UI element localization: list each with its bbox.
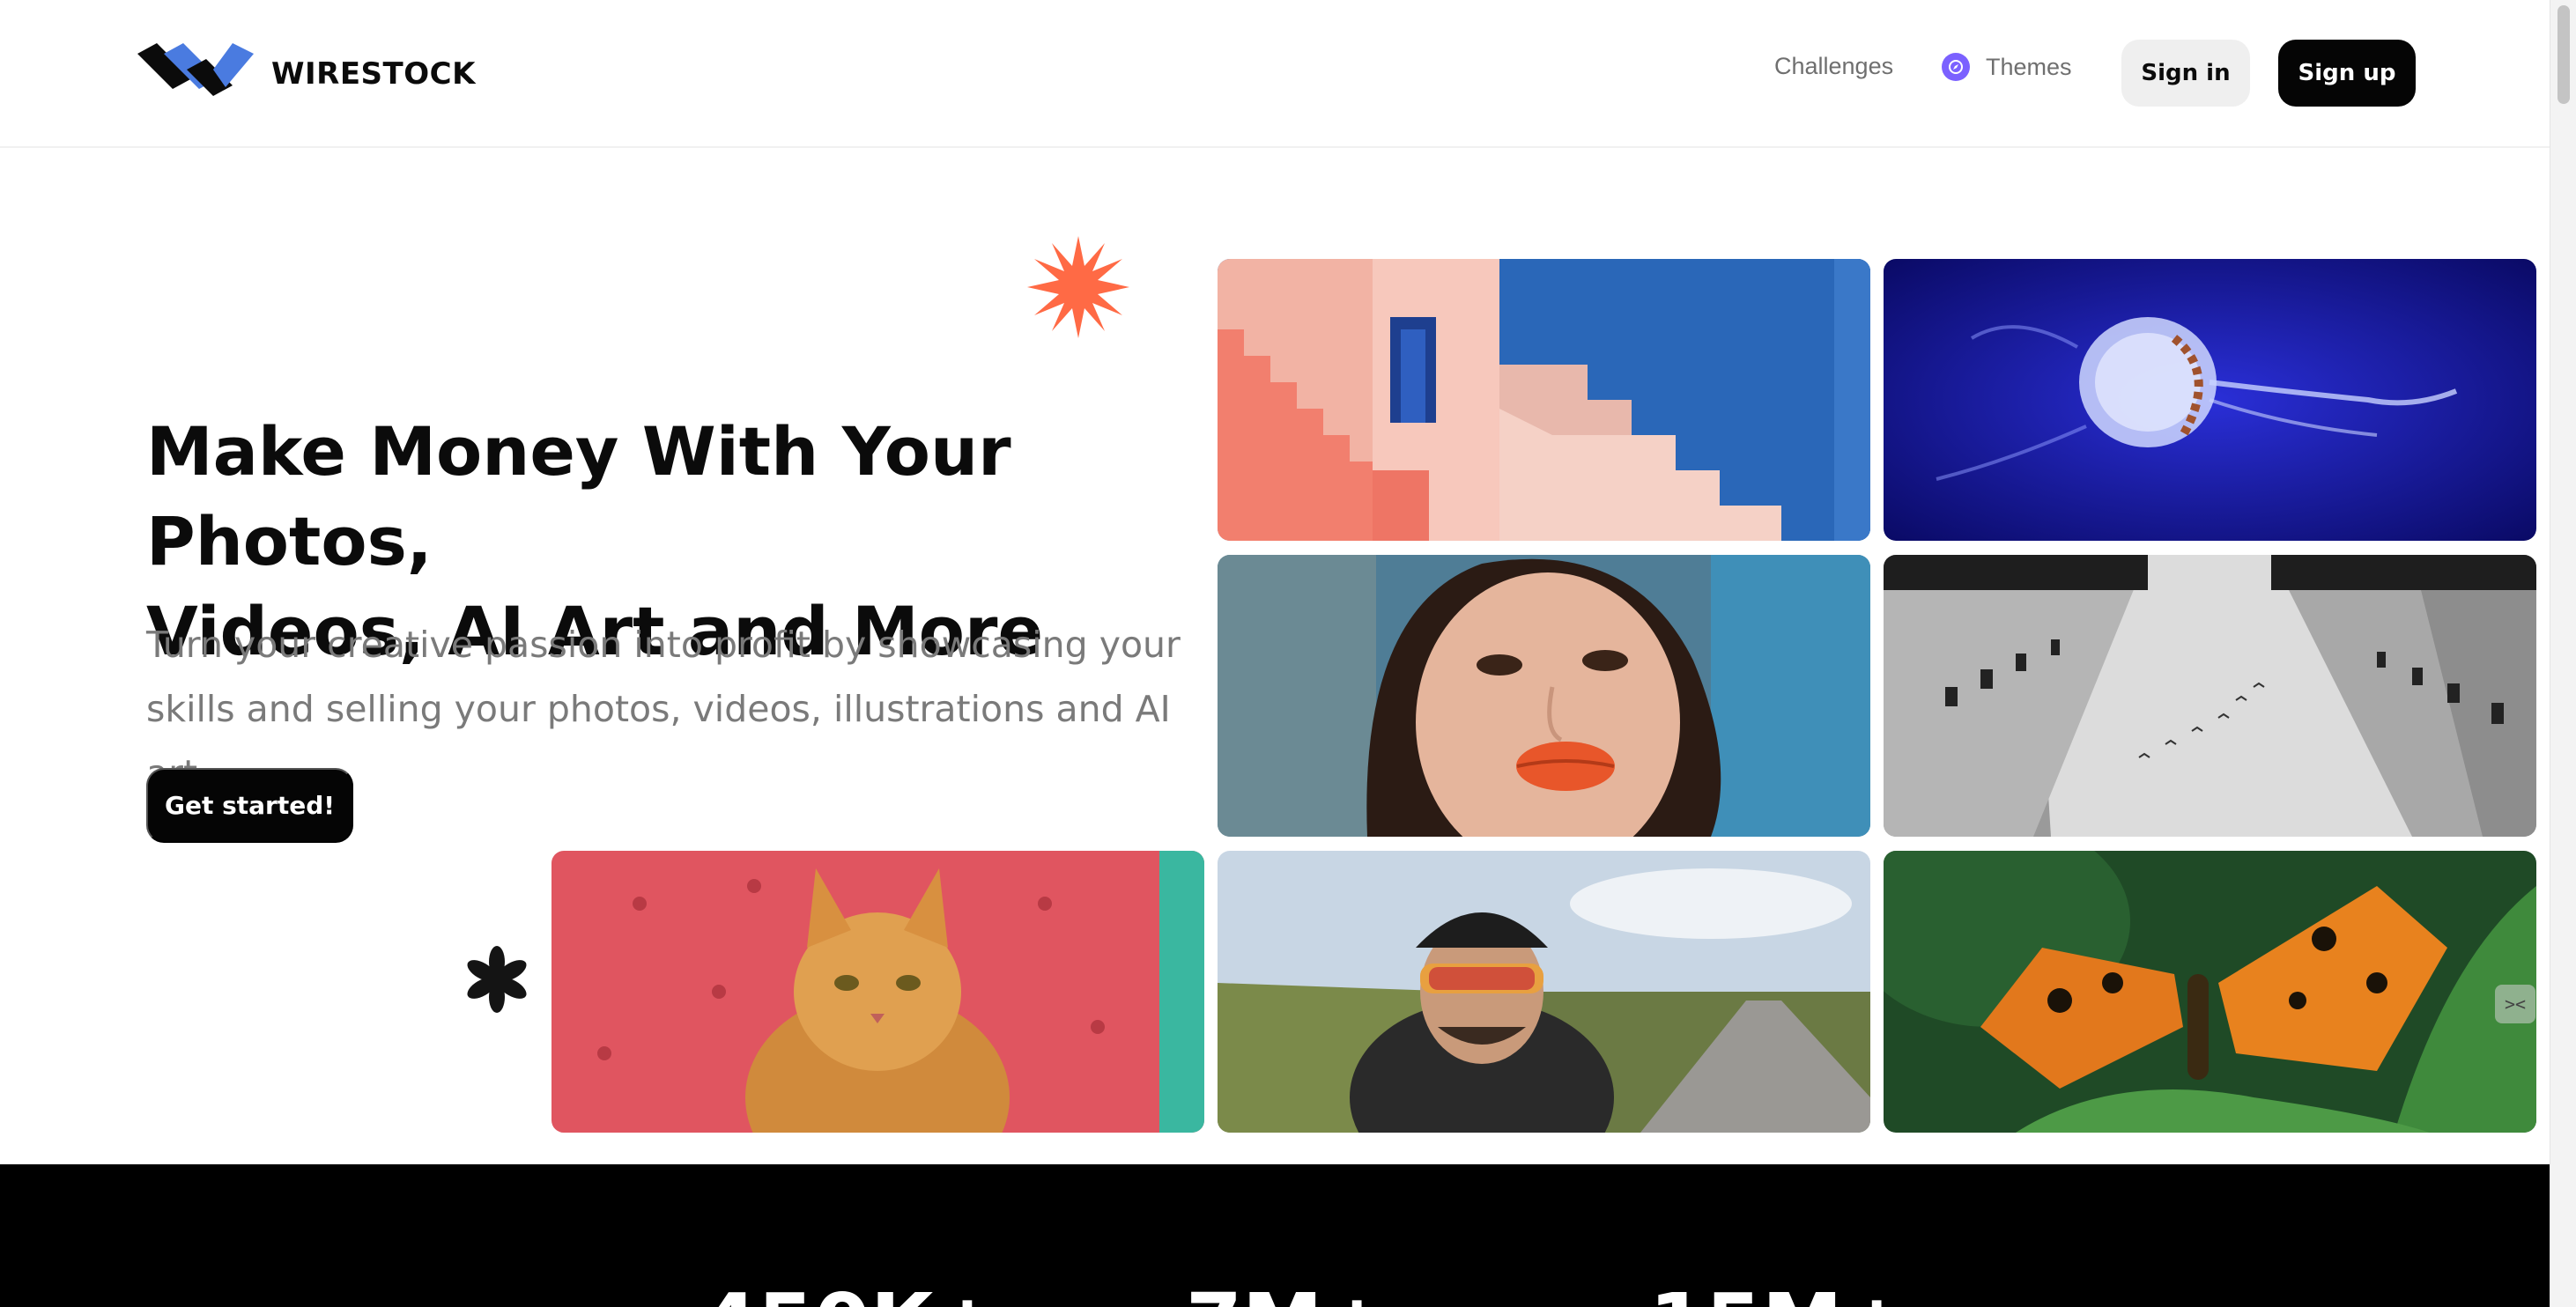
nav-themes-link[interactable]: Themes bbox=[1942, 53, 2072, 81]
photo-portrait[interactable] bbox=[1218, 555, 1870, 837]
sign-up-button[interactable]: Sign up bbox=[2278, 40, 2416, 107]
nav-challenges-link[interactable]: Challenges bbox=[1774, 53, 1893, 80]
stats-band: 450K+ 7M+ 15M+ bbox=[0, 1164, 2550, 1307]
hero-subtitle-line-1: Turn your creative passion into profit b… bbox=[146, 624, 1181, 666]
photo-cat-sofa[interactable] bbox=[551, 851, 1204, 1133]
scrollbar-thumb[interactable] bbox=[2557, 5, 2570, 104]
page-scrollbar[interactable] bbox=[2550, 0, 2576, 1307]
stat-contributors: 450K+ bbox=[701, 1275, 1001, 1307]
photo-butterfly[interactable] bbox=[1884, 851, 2536, 1133]
stat-assets: 7M+ bbox=[1186, 1275, 1391, 1307]
photo-buildings-birds[interactable] bbox=[1884, 555, 2536, 837]
photo-cyclist[interactable] bbox=[1218, 851, 1870, 1133]
site-header: WIRESTOCK Challenges Themes Sign in Sign… bbox=[0, 0, 2550, 148]
stat-downloads: 15M+ bbox=[1649, 1275, 1911, 1307]
photo-pink-stairs[interactable] bbox=[1218, 259, 1870, 541]
get-started-button[interactable]: Get started! bbox=[146, 768, 353, 843]
compare-handle[interactable]: >< bbox=[2495, 985, 2535, 1023]
asterisk-icon bbox=[467, 946, 527, 1013]
sign-in-button[interactable]: Sign in bbox=[2121, 40, 2250, 107]
starburst-icon bbox=[1027, 236, 1129, 338]
nav-themes-label: Themes bbox=[1986, 53, 2072, 80]
wirestock-logo-icon bbox=[137, 43, 254, 96]
hero-title-line-1: Make Money With Your Photos, bbox=[146, 412, 1011, 580]
brand-logo[interactable]: WIRESTOCK bbox=[137, 42, 476, 106]
compass-icon bbox=[1942, 53, 1970, 81]
brand-name: WIRESTOCK bbox=[271, 56, 476, 92]
photo-jellyfish[interactable] bbox=[1884, 259, 2536, 541]
